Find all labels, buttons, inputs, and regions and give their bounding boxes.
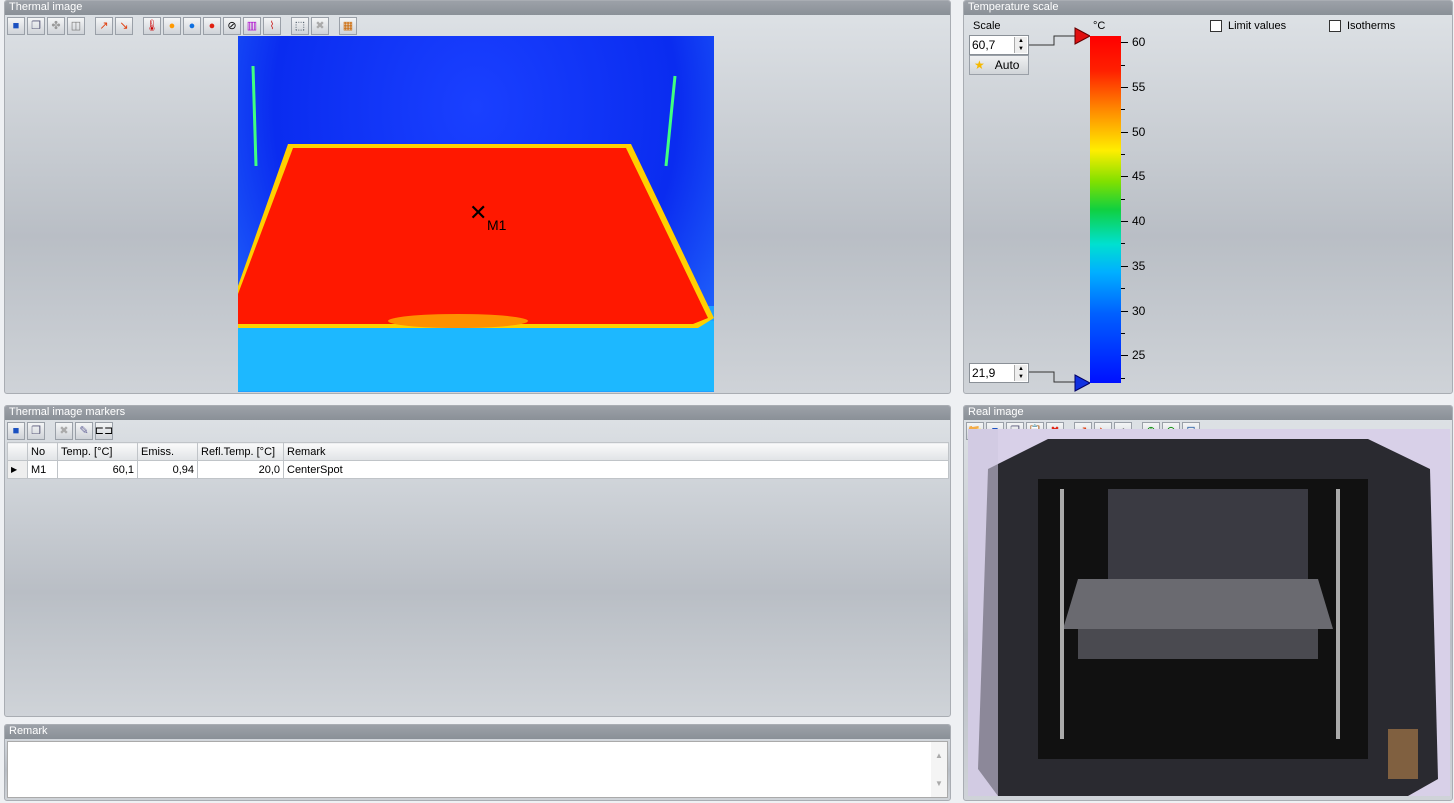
scale-max-value: 60,7 [972,38,996,52]
markers-toolbar: ■ ❐ ✖ ✎ ⊏⊐ [5,420,950,442]
row-header-cell [7,442,28,461]
thermal-toolbar: ■ ❐ ✤ ◫ ↗ ↘ 🌡 ● ● ● ⊘ ▥ ⌇ ⬚ ✖ ▦ [5,15,950,37]
markers-panel: Thermal image markers ■ ❐ ✖ ✎ ⊏⊐ No Temp… [4,405,951,717]
rotate-right-icon[interactable]: ↘ [115,17,133,35]
blue-dot-icon[interactable]: ● [183,17,201,35]
tick-label: 30 [1132,303,1146,318]
isotherms-checkbox[interactable]: Isotherms [1329,20,1396,33]
panel-title: Thermal image markers [5,406,950,420]
scale-label: Scale [973,20,1001,32]
real-image[interactable] [968,429,1450,796]
row-selector-icon[interactable]: ▶ [7,460,28,479]
save-icon[interactable]: ■ [7,17,25,35]
minor-tick-mark [1121,377,1125,379]
red-dot-icon[interactable]: ● [203,17,221,35]
copy-icon[interactable]: ❐ [27,422,45,440]
tick-label: 50 [1132,124,1146,139]
resize-icon[interactable]: ⊏⊐ [95,422,113,440]
minor-tick-mark [1121,243,1125,245]
spinner-icon[interactable]: ▲ ▼ [1014,365,1027,381]
scale-handles [1029,27,1090,392]
pen-icon[interactable]: ✎ [75,422,93,440]
histogram-icon[interactable]: ▥ [243,17,261,35]
scrollbar[interactable]: ▲ ▼ [931,742,947,797]
sun-icon[interactable]: ● [163,17,181,35]
tick-label: 25 [1132,348,1146,363]
unit-label: °C [1093,20,1106,32]
no-icon[interactable]: ⊘ [223,17,241,35]
cell-refl-temp[interactable]: 20,0 [197,460,284,479]
copy-icon[interactable]: ❐ [27,17,45,35]
save-icon[interactable]: ■ [7,422,25,440]
tick-mark [1121,310,1128,312]
marker-cross-icon[interactable]: ✕ [469,202,487,224]
panel-title: Temperature scale [964,1,1452,15]
table-row[interactable]: ▶ M1 60,1 0,94 20,0 CenterSpot [7,460,949,479]
remark-textarea[interactable]: ▲ ▼ [7,741,948,798]
window-icon[interactable]: ◫ [67,17,85,35]
minor-tick-mark [1121,288,1125,290]
min-handle-icon[interactable] [1074,374,1090,392]
tick-mark [1121,176,1128,178]
grid-icon[interactable]: ▦ [339,17,357,35]
tick-label: 60 [1132,35,1146,50]
rotate-left-icon[interactable]: ↗ [95,17,113,35]
tick-label: 45 [1132,169,1146,184]
delete-icon[interactable]: ✖ [55,422,73,440]
column-header[interactable]: Emiss. [137,442,198,461]
real-image-panel: Real image 📂 ■ ❐ 📋 ✖ ↗ ↘ ◑ ⊕ ⊖ ⊡ [963,405,1453,801]
delete-icon[interactable]: ✖ [311,17,329,35]
panel-title: Real image [964,406,1452,420]
column-header[interactable]: Temp. [°C] [57,442,138,461]
minor-tick-mark [1121,154,1125,156]
cell-emiss[interactable]: 0,94 [137,460,198,479]
markers-table: No Temp. [°C] Emiss. Refl.Temp. [°C] Rem… [7,442,949,479]
minor-tick-mark [1121,109,1125,111]
isotherms-label: Isotherms [1347,20,1396,32]
cell-no[interactable]: M1 [27,460,58,479]
tick-label: 40 [1132,214,1146,229]
column-header[interactable]: No [27,442,58,461]
selection-icon[interactable]: ⬚ [291,17,309,35]
cell-temp[interactable]: 60,1 [57,460,138,479]
limit-values-label: Limit values [1228,20,1287,32]
scale-min-input[interactable]: 21,9 ▲ ▼ [969,363,1029,383]
column-header[interactable]: Refl.Temp. [°C] [197,442,284,461]
panel-title: Thermal image [5,1,950,15]
scale-max-input[interactable]: 60,7 ▲ ▼ [969,35,1029,55]
tick-mark [1121,86,1128,88]
cell-remark[interactable]: CenterSpot [283,460,949,479]
spinner-icon[interactable]: ▲ ▼ [1014,37,1027,53]
remark-panel: Remark ▲ ▼ [4,724,951,801]
tick-mark [1121,265,1128,267]
auto-button[interactable]: ★ Auto [969,55,1029,75]
minor-tick-mark [1121,64,1125,66]
puzzle-icon[interactable]: ✤ [47,17,65,35]
tick-label: 55 [1132,79,1146,94]
thermal-image-panel: Thermal image ■ ❐ ✤ ◫ ↗ ↘ 🌡 ● ● ● ⊘ ▥ ⌇ … [4,0,951,394]
color-bar [1090,36,1121,383]
panel-title: Remark [5,725,950,739]
table-header: No Temp. [°C] Emiss. Refl.Temp. [°C] Rem… [7,442,949,461]
max-handle-icon[interactable] [1074,27,1090,45]
profile-icon[interactable]: ⌇ [263,17,281,35]
auto-label: Auto [994,58,1020,72]
tick-mark [1121,131,1128,133]
tick-mark [1121,221,1128,223]
marker-label: M1 [487,217,507,233]
tick-mark [1121,355,1128,357]
minor-tick-mark [1121,198,1125,200]
tick-label: 35 [1132,258,1146,273]
thermal-image[interactable]: ✕ M1 [238,36,714,392]
limit-values-checkbox[interactable]: Limit values [1210,20,1287,33]
star-icon: ★ [974,58,985,72]
thermometer-icon[interactable]: 🌡 [143,17,161,35]
column-header[interactable]: Remark [283,442,949,461]
scale-min-value: 21,9 [972,366,996,380]
minor-tick-mark [1121,332,1125,334]
tick-mark [1121,42,1128,44]
